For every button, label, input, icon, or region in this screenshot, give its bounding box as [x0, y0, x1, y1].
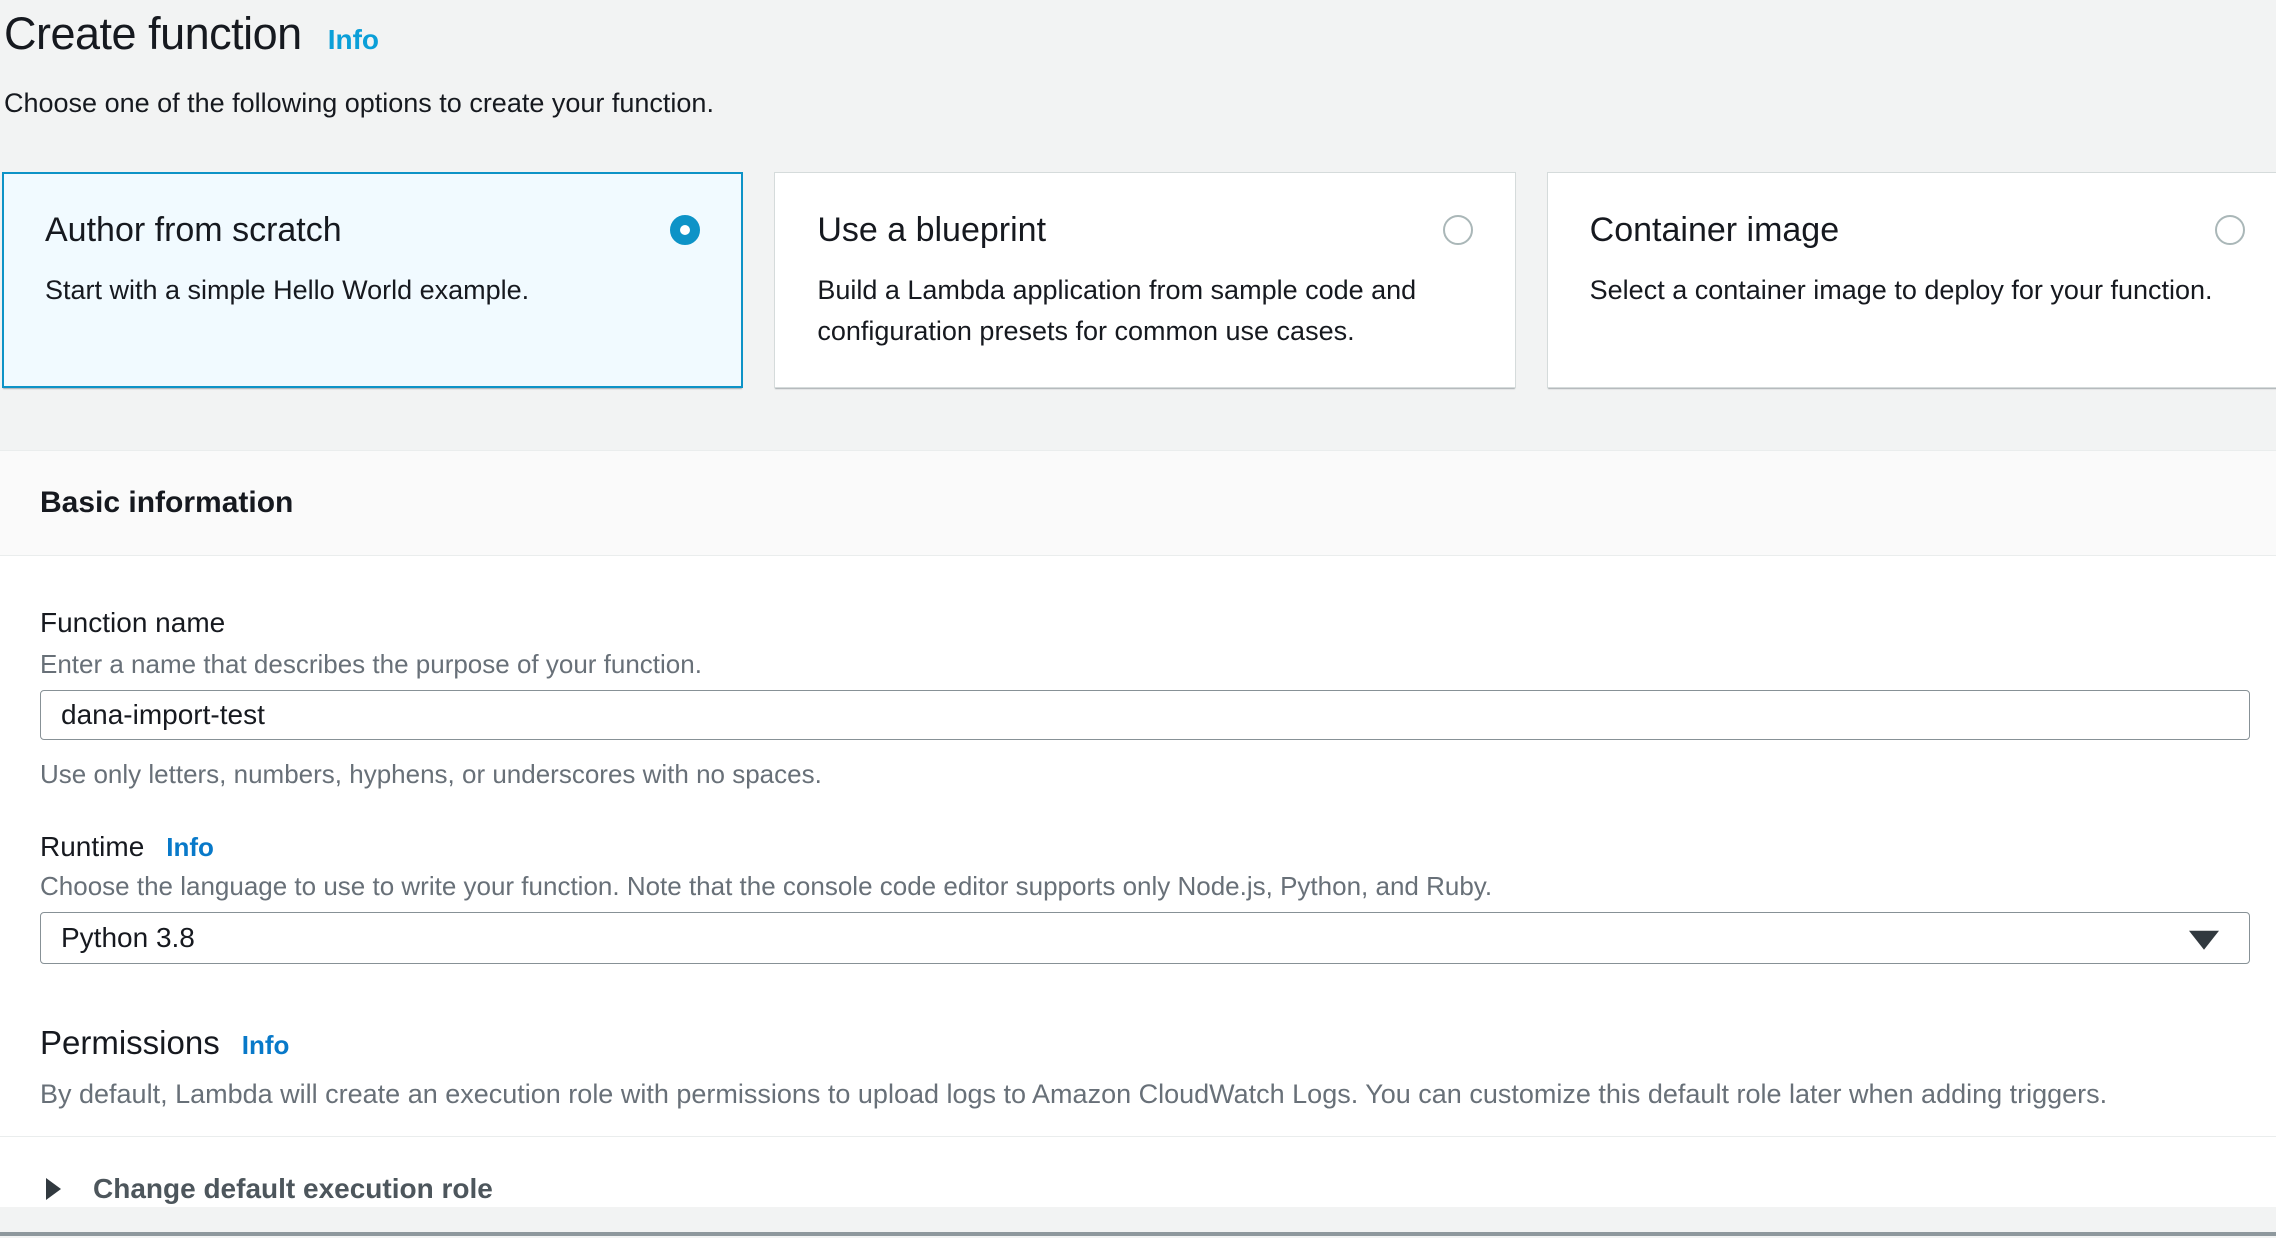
function-name-field-group: Function name Enter a name that describe… [40, 606, 2250, 790]
card-title: Author from scratch [45, 208, 342, 252]
page-header: Create function Info Choose one of the f… [0, 0, 2276, 120]
radio-use-a-blueprint[interactable] [1443, 215, 1473, 245]
runtime-label-row: Runtime Info [40, 830, 2250, 864]
title-info-link[interactable]: Info [328, 24, 379, 56]
card-head: Author from scratch [45, 208, 700, 252]
basic-information-body: Function name Enter a name that describe… [0, 556, 2276, 1207]
expand-arrow-icon [46, 1178, 61, 1200]
card-head: Use a blueprint [817, 208, 1472, 252]
radio-container-image[interactable] [2215, 215, 2245, 245]
function-name-description: Enter a name that describes the purpose … [40, 648, 2250, 680]
card-title: Use a blueprint [817, 208, 1046, 252]
card-container-image[interactable]: Container image Select a container image… [1547, 172, 2276, 388]
permissions-heading: Permissions [40, 1022, 220, 1064]
card-head: Container image [1590, 208, 2245, 252]
runtime-selected-value: Python 3.8 [61, 922, 195, 954]
page-title: Create function [4, 6, 302, 62]
page-subtitle: Choose one of the following options to c… [4, 86, 2276, 120]
runtime-field-group: Runtime Info Choose the language to use … [40, 830, 2250, 964]
card-description: Start with a simple Hello World example. [45, 270, 700, 311]
card-description: Select a container image to deploy for y… [1590, 270, 2245, 311]
bottom-scroll-edge [0, 1232, 2276, 1236]
permissions-heading-row: Permissions Info [40, 1022, 2250, 1064]
card-use-a-blueprint[interactable]: Use a blueprint Build a Lambda applicati… [774, 172, 1515, 388]
card-description: Build a Lambda application from sample c… [817, 270, 1472, 352]
runtime-info-link[interactable]: Info [166, 832, 214, 863]
permissions-section: Permissions Info By default, Lambda will… [40, 1022, 2250, 1110]
runtime-description: Choose the language to use to write your… [40, 870, 2250, 902]
permissions-info-link[interactable]: Info [242, 1030, 290, 1061]
basic-information-header: Basic information [0, 450, 2276, 556]
function-name-label: Function name [40, 606, 2250, 640]
card-title: Container image [1590, 208, 1839, 252]
title-row: Create function Info [4, 6, 2276, 62]
card-author-from-scratch[interactable]: Author from scratch Start with a simple … [2, 172, 743, 388]
function-name-constraint: Use only letters, numbers, hyphens, or u… [40, 758, 2250, 790]
expander-label: Change default execution role [93, 1171, 493, 1207]
runtime-label: Runtime [40, 830, 144, 864]
dropdown-caret-icon [2189, 931, 2219, 950]
function-name-input[interactable] [40, 690, 2250, 740]
creation-option-cards: Author from scratch Start with a simple … [2, 172, 2276, 388]
basic-information-title: Basic information [40, 486, 293, 520]
permissions-description: By default, Lambda will create an execut… [40, 1078, 2250, 1110]
radio-author-from-scratch[interactable] [670, 215, 700, 245]
basic-information-panel: Basic information Function name Enter a … [0, 450, 2276, 1207]
change-default-execution-role-expander[interactable]: Change default execution role [40, 1137, 2250, 1207]
runtime-select[interactable]: Python 3.8 [40, 912, 2250, 964]
